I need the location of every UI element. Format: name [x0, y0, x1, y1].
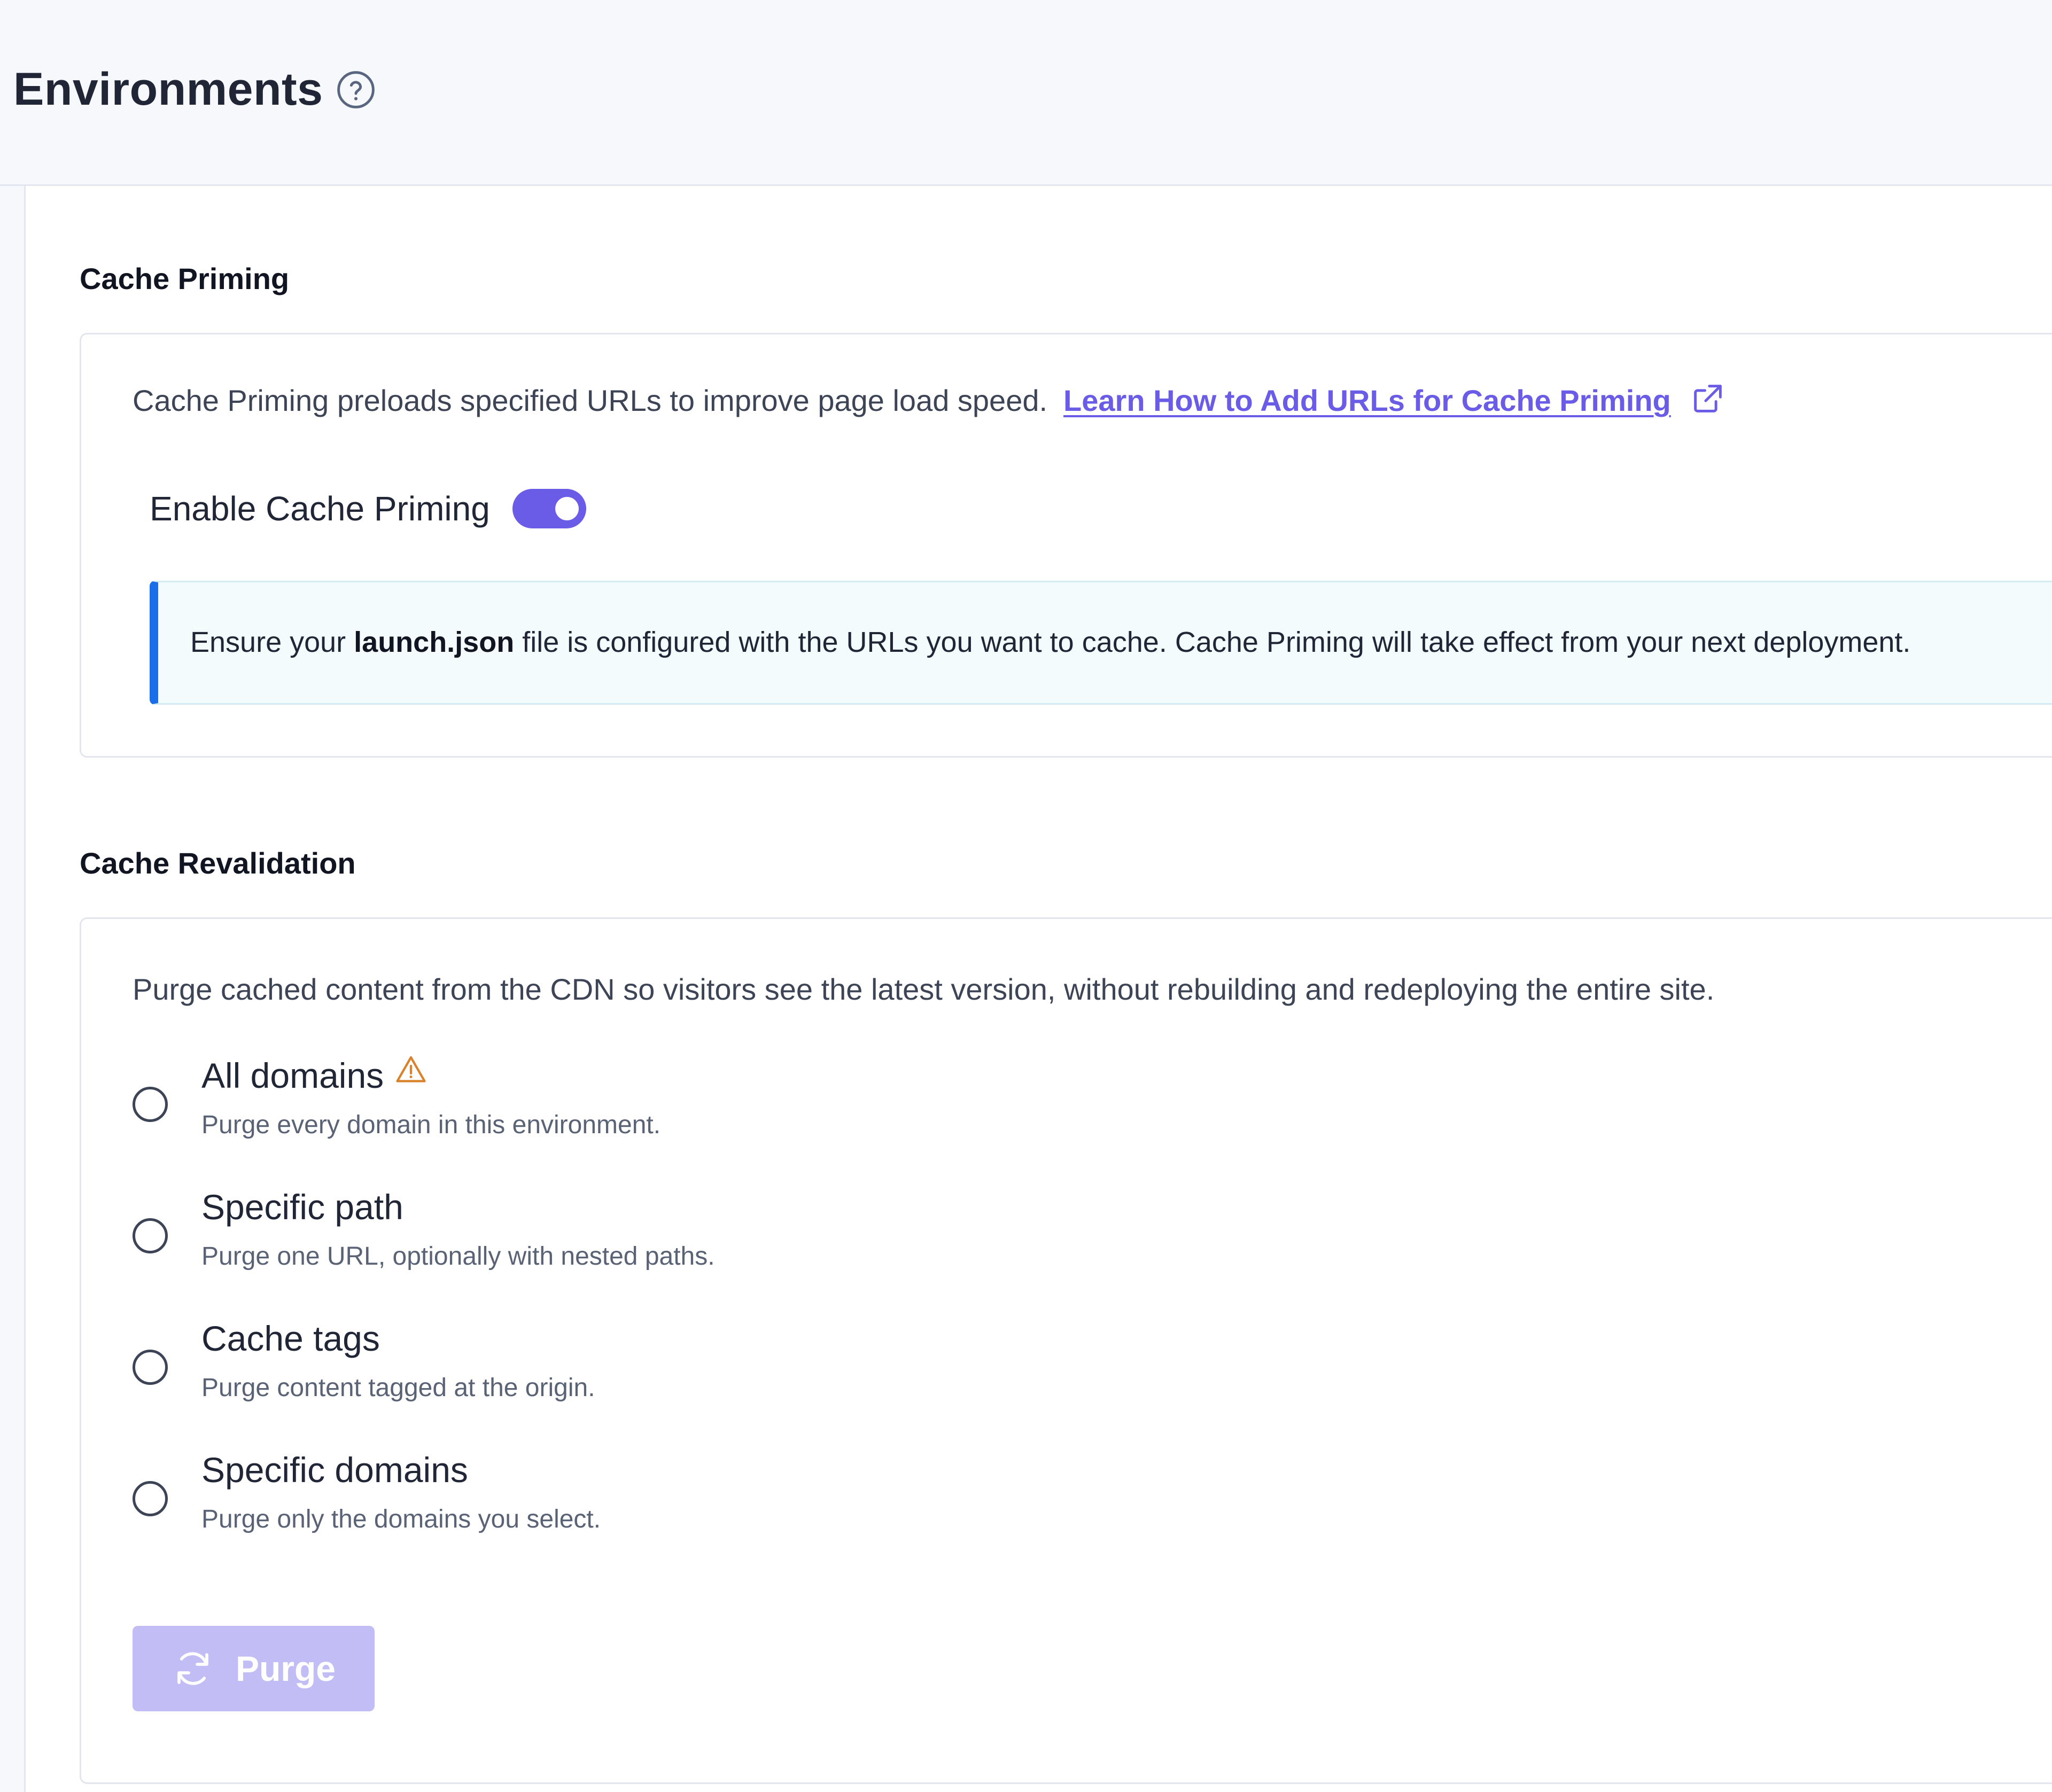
radio-specific-domains[interactable]: [133, 1481, 168, 1516]
warning-icon: [396, 1056, 426, 1082]
main-panel: Cache Priming Cache Priming preloads spe…: [26, 186, 2052, 1792]
option-all-domains[interactable]: All domains Purge every domain in this e…: [133, 1053, 1415, 1159]
purge-button-label: Purge: [235, 1649, 336, 1688]
cache-priming-card: Cache Priming preloads specified URLs to…: [80, 333, 2052, 758]
option-label: Specific domains: [201, 1450, 468, 1490]
option-description: Purge content tagged at the origin.: [201, 1374, 595, 1402]
option-specific-path[interactable]: Specific path Purge one URL, optionally …: [133, 1184, 1415, 1291]
option-cache-tags[interactable]: Cache tags Purge content tagged at the o…: [133, 1315, 1415, 1422]
info-prefix: Ensure your: [190, 626, 354, 658]
purge-button[interactable]: Purge: [133, 1626, 375, 1711]
toggle-knob: [555, 497, 579, 520]
option-label: All domains: [201, 1053, 428, 1098]
enable-cache-priming-label: Enable Cache Priming: [150, 489, 490, 528]
cache-priming-description-text: Cache Priming preloads specified URLs to…: [133, 384, 1048, 417]
page-header: Environments: [0, 0, 2052, 186]
refresh-icon: [177, 1652, 208, 1685]
option-description: Purge every domain in this environment.: [201, 1111, 661, 1139]
question-circle-icon[interactable]: [336, 70, 376, 110]
option-description: Purge one URL, optionally with nested pa…: [201, 1242, 715, 1271]
info-suffix: file is configured with the URLs you wan…: [514, 626, 1911, 658]
enable-cache-priming-toggle[interactable]: [512, 489, 586, 528]
radio-cache-tags[interactable]: [133, 1350, 168, 1385]
option-description: Purge only the domains you select.: [201, 1505, 601, 1533]
learn-cache-priming-link[interactable]: Learn How to Add URLs for Cache Priming: [1063, 384, 1671, 417]
option-specific-domains[interactable]: Specific domains Purge only the domains …: [133, 1447, 1415, 1554]
enable-cache-priming-row: Enable Cache Priming: [150, 482, 586, 535]
cache-revalidation-title: Cache Revalidation: [80, 846, 356, 880]
cache-priming-title: Cache Priming: [80, 262, 290, 295]
launch-json-info-box: Ensure your launch.json file is configur…: [150, 581, 2052, 705]
page-title: Environments: [13, 64, 323, 115]
left-rail: [0, 186, 26, 1792]
radio-all-domains[interactable]: [133, 1087, 168, 1122]
info-message: Ensure your launch.json file is configur…: [190, 623, 1910, 661]
option-label-text: All domains: [201, 1056, 384, 1095]
info-filename: launch.json: [354, 626, 515, 658]
option-label: Specific path: [201, 1187, 403, 1227]
option-label: Cache tags: [201, 1319, 380, 1358]
radio-specific-path[interactable]: [133, 1218, 168, 1253]
cache-revalidation-description: Purge cached content from the CDN so vis…: [133, 972, 1715, 1006]
cache-priming-description: Cache Priming preloads specified URLs to…: [133, 381, 1725, 420]
cache-revalidation-card: Purge cached content from the CDN so vis…: [80, 917, 2052, 1784]
external-link-icon[interactable]: [1690, 381, 1725, 416]
